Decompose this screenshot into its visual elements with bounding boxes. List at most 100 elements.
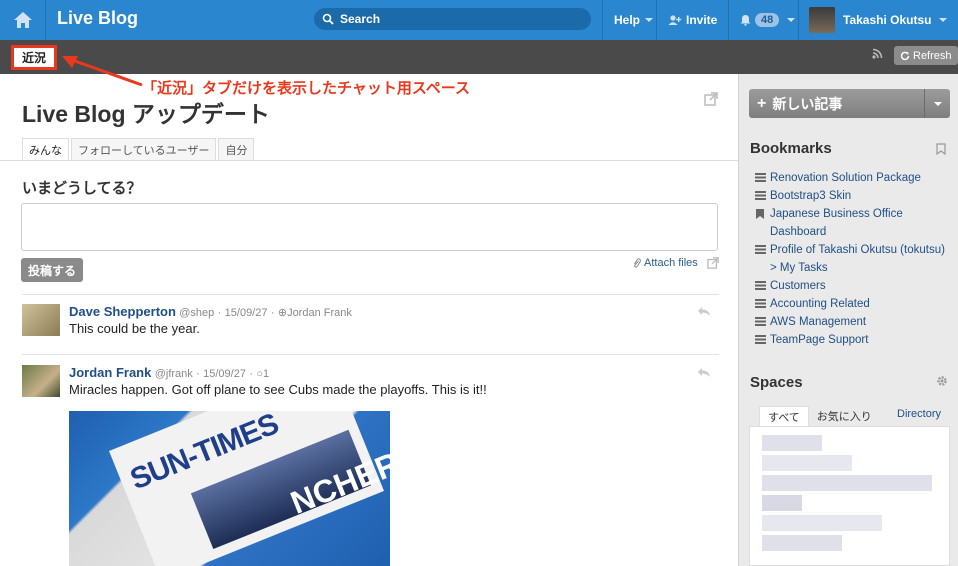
tab-me[interactable]: 自分 (218, 138, 255, 161)
avatar[interactable] (22, 304, 60, 336)
list-item[interactable]: Customers (754, 277, 950, 295)
recipient-icon: ⊕ (277, 307, 288, 319)
bell-icon (740, 15, 751, 26)
list-item[interactable]: Accounting Related (754, 295, 950, 313)
avatar[interactable] (22, 365, 60, 397)
help-menu[interactable]: Help (602, 0, 656, 40)
bookmark-label: Japanese Business Office Dashboard (770, 208, 903, 238)
post-header: Jordan Frank @jfrank · 15/09/27 · ○1 (69, 365, 269, 380)
home-button[interactable] (0, 0, 46, 40)
comment-icon: ○ (256, 368, 263, 380)
spaces-list (749, 426, 950, 566)
comment-count[interactable]: 1 (263, 368, 269, 380)
list-item[interactable]: AWS Management (754, 313, 950, 331)
post-author[interactable]: Dave Shepperton (69, 304, 176, 319)
chevron-down-icon (787, 18, 796, 22)
chevron-down-icon (939, 18, 948, 22)
page-title: Live Blog アップデート (22, 101, 270, 127)
user-menu[interactable]: Takashi Okutsu (798, 0, 958, 40)
meta-separator: · (270, 307, 275, 319)
post-header: Dave Shepperton @shep · 15/09/27 · ⊕Jord… (69, 304, 352, 319)
list-item[interactable]: TeamPage Support (754, 331, 950, 349)
list-item: Jordan Frank @jfrank · 15/09/27 · ○1 Mir… (22, 365, 719, 405)
blurred-item (762, 495, 802, 511)
bookmarks-title: Bookmarks (750, 140, 832, 157)
blurred-item (762, 455, 852, 471)
directory-link[interactable]: Directory (897, 408, 941, 420)
meta-separator: · (249, 368, 253, 380)
divider (22, 294, 719, 295)
tab-following[interactable]: フォローしているユーザー (71, 138, 217, 161)
invite-button[interactable]: Invite (656, 0, 728, 40)
list-icon (754, 299, 766, 308)
external-link-icon[interactable] (707, 257, 719, 269)
list-icon (754, 335, 766, 344)
bookmark-label: Customers (770, 280, 826, 292)
post-date[interactable]: 15/09/27 (225, 307, 268, 319)
post-date[interactable]: 15/09/27 (203, 368, 246, 380)
post-button[interactable]: 投稿する (21, 258, 83, 282)
list-item[interactable]: Profile of Takashi Okutsu (tokutsu) > My… (754, 241, 950, 277)
post-body: Miracles happen. Got off plane to see Cu… (69, 382, 487, 397)
tab-recent[interactable]: 近況 (11, 45, 57, 70)
bookmark-label: AWS Management (770, 316, 867, 328)
tab-all-spaces[interactable]: すべて (759, 406, 809, 426)
newspaper-image: SUN-TIMES NCHER! (109, 411, 390, 566)
divider (22, 354, 719, 355)
bookmark-icon (756, 209, 764, 219)
meta-separator: · (196, 368, 200, 380)
invite-label: Invite (686, 13, 718, 27)
tab-favorite-spaces[interactable]: お気に入り (809, 406, 880, 426)
meta-separator: · (217, 307, 222, 319)
post-body: This could be the year. (69, 321, 200, 336)
list-icon (754, 281, 766, 290)
refresh-button[interactable]: Refresh (894, 46, 958, 65)
search-icon (322, 13, 334, 25)
blurred-item (762, 435, 822, 451)
chevron-down-icon (645, 18, 654, 22)
attach-files-label: Attach files (644, 257, 698, 269)
status-input[interactable] (21, 203, 718, 251)
external-link-icon[interactable] (704, 92, 718, 106)
bookmark-icon[interactable] (936, 143, 946, 155)
list-icon (754, 173, 766, 182)
list-item[interactable]: Renovation Solution Package (754, 169, 950, 187)
notification-count-badge: 48 (755, 13, 780, 27)
reply-icon[interactable] (697, 306, 711, 317)
post-photo[interactable]: SUN-TIMES NCHER! (69, 411, 390, 566)
post-recipient[interactable]: Jordan Frank (287, 307, 352, 319)
chevron-down-icon (933, 101, 942, 106)
new-post-dropdown[interactable] (924, 89, 950, 118)
notifications-menu[interactable]: 48 (728, 0, 798, 40)
post-author[interactable]: Jordan Frank (69, 365, 151, 380)
search-input[interactable]: Search (314, 8, 591, 30)
list-icon (754, 245, 766, 254)
tab-everyone[interactable]: みんな (22, 138, 69, 161)
rss-icon[interactable] (872, 48, 883, 59)
app-title[interactable]: Live Blog (57, 8, 138, 29)
attach-files-link[interactable]: Attach files (633, 257, 719, 269)
search-placeholder: Search (340, 12, 381, 26)
bookmark-label: Accounting Related (770, 298, 870, 310)
add-user-icon (668, 15, 682, 25)
list-item[interactable]: Japanese Business Office Dashboard (754, 205, 950, 241)
spaces-tabs: すべて お気に入り (759, 406, 880, 426)
bookmark-list: Renovation Solution Package Bootstrap3 S… (754, 169, 950, 349)
annotation-arrow (62, 56, 143, 87)
post-handle[interactable]: @shep (179, 307, 214, 319)
paperclip-icon (634, 257, 641, 268)
gear-icon[interactable] (936, 375, 948, 387)
list-item: Dave Shepperton @shep · 15/09/27 · ⊕Jord… (22, 304, 719, 344)
new-post-label: 新しい記事 (772, 95, 843, 112)
home-icon (13, 12, 32, 28)
blurred-item (762, 535, 842, 551)
bookmark-label: Profile of Takashi Okutsu (tokutsu) > My… (770, 244, 945, 274)
refresh-icon (900, 51, 910, 60)
bookmark-label: Renovation Solution Package (770, 172, 921, 184)
list-item[interactable]: Bootstrap3 Skin (754, 187, 950, 205)
post-handle[interactable]: @jfrank (155, 368, 193, 380)
refresh-label: Refresh (913, 49, 952, 62)
reply-icon[interactable] (697, 367, 711, 378)
new-post-button[interactable]: + 新しい記事 (749, 89, 950, 118)
user-avatar (809, 7, 835, 33)
